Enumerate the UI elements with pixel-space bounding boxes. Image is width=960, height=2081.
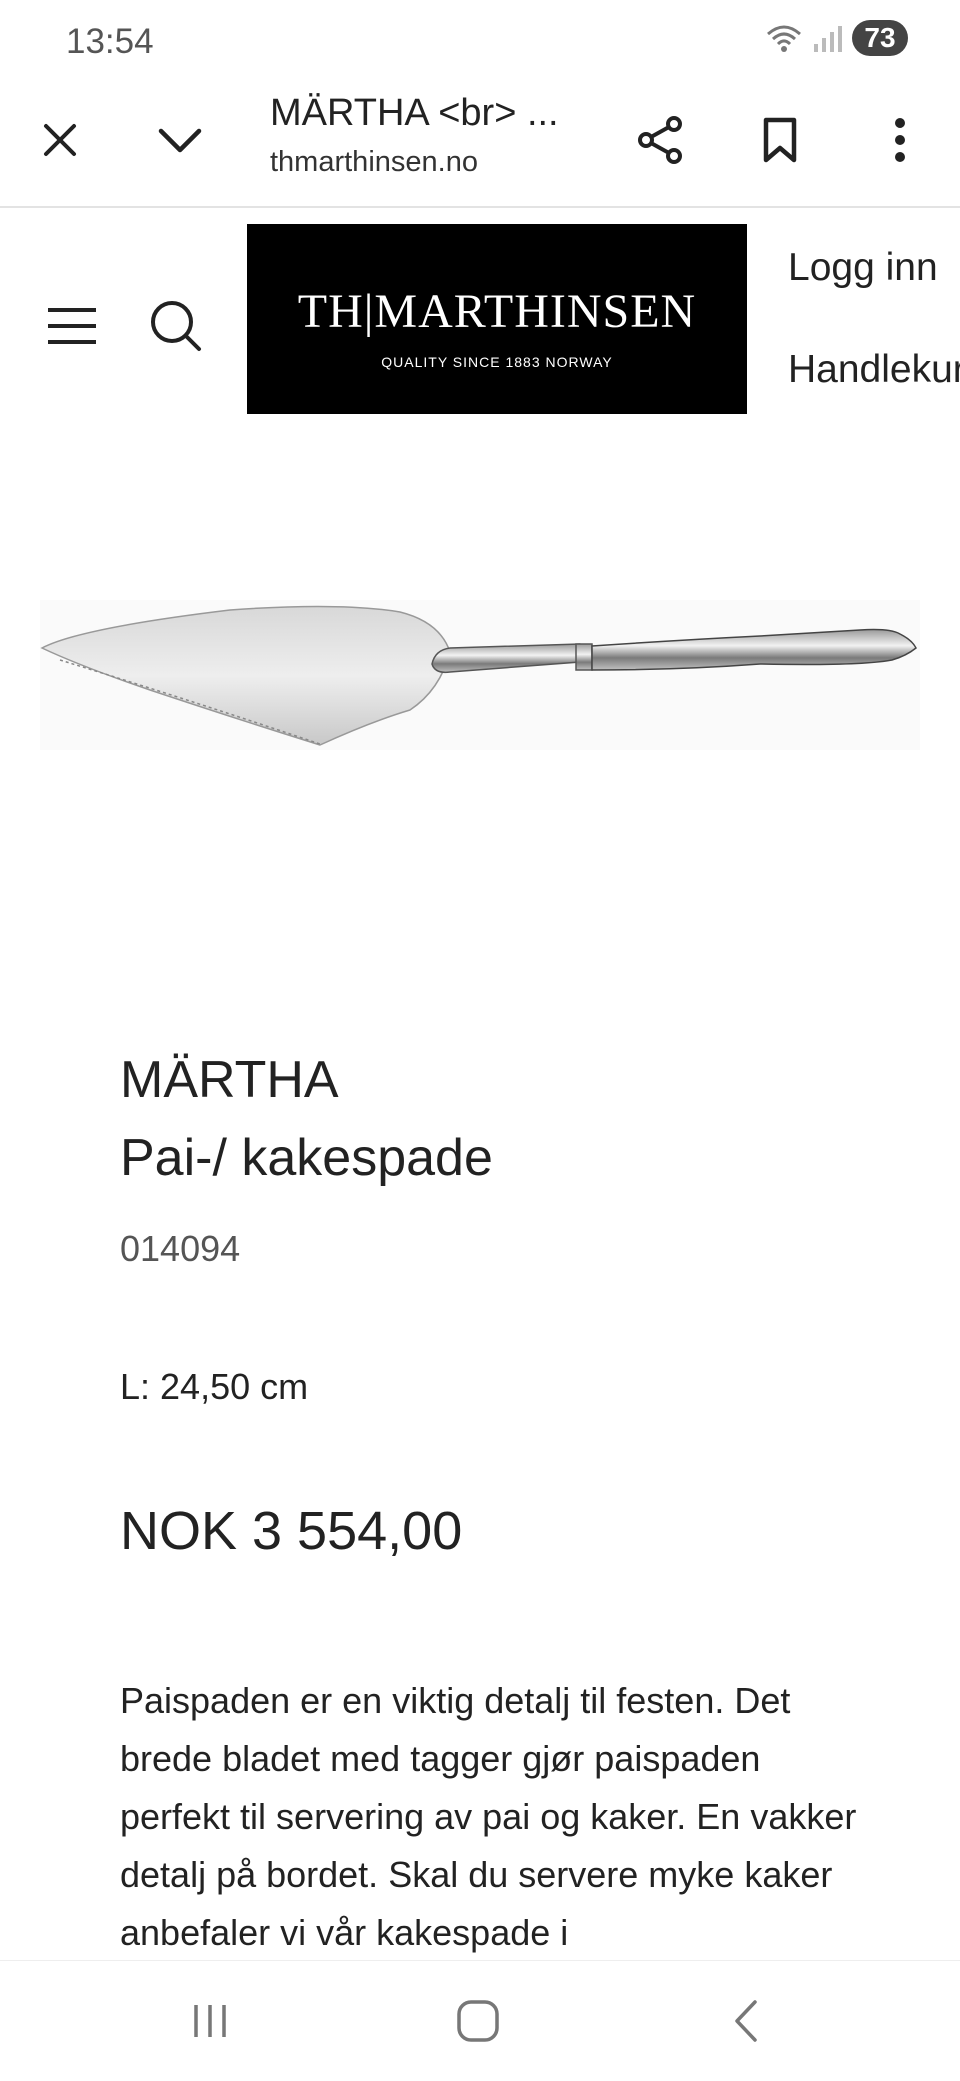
logo-tagline: QUALITY SINCE 1883 NORWAY <box>381 354 613 370</box>
wifi-icon <box>767 25 801 52</box>
back-button[interactable] <box>716 1991 776 2051</box>
home-button[interactable] <box>448 1991 508 2051</box>
home-icon <box>457 2000 499 2042</box>
back-icon <box>735 2000 757 2042</box>
battery-indicator: 73 <box>852 20 908 56</box>
status-time: 13:54 <box>66 22 154 61</box>
site-logo[interactable]: TH|MARTHINSEN QUALITY SINCE 1883 NORWAY <box>247 224 747 414</box>
close-tab-button[interactable] <box>20 100 100 180</box>
browser-toolbar: MÄRTHA <br> ... thmarthinsen.no <box>0 80 960 208</box>
login-link[interactable]: Logg inn <box>788 246 938 290</box>
product-dimension: L: 24,50 cm <box>120 1366 309 1407</box>
more-options-button[interactable] <box>860 100 940 180</box>
product-description: Paispaden er en viktig detalj til festen… <box>120 1680 857 1953</box>
status-icons: 73 <box>764 20 908 56</box>
status-bar: 13:54 73 <box>0 0 960 80</box>
more-vertical-icon <box>895 118 905 162</box>
hamburger-icon <box>48 308 96 344</box>
share-button[interactable] <box>620 100 700 180</box>
chevron-down-icon <box>158 128 202 153</box>
bookmark-icon <box>763 117 797 163</box>
search-button[interactable] <box>146 294 206 358</box>
menu-button[interactable] <box>40 296 104 356</box>
page-title[interactable]: MÄRTHA <br> ... <box>270 92 559 135</box>
signal-icon <box>814 26 842 52</box>
collapse-button[interactable] <box>140 100 220 180</box>
page-url[interactable]: thmarthinsen.no <box>270 146 478 179</box>
share-icon <box>638 116 682 164</box>
bookmark-button[interactable] <box>740 100 820 180</box>
product-image <box>40 600 920 750</box>
logo-name: TH|MARTHINSEN <box>297 285 697 338</box>
product-price: NOK 3 554,00 <box>120 1501 463 1561</box>
recent-apps-icon <box>194 2005 226 2037</box>
product-brand: MÄRTHA <box>120 1051 339 1109</box>
system-navigation-bar <box>0 1960 960 2081</box>
site-header: TH|MARTHINSEN QUALITY SINCE 1883 NORWAY … <box>0 206 960 426</box>
product-name: Pai-/ kakespade <box>120 1129 493 1187</box>
product-sku: 014094 <box>120 1228 241 1269</box>
recent-apps-button[interactable] <box>180 1991 240 2051</box>
close-icon <box>44 124 76 156</box>
search-icon <box>151 301 201 351</box>
cart-link[interactable]: Handlekurv <box>788 348 960 392</box>
